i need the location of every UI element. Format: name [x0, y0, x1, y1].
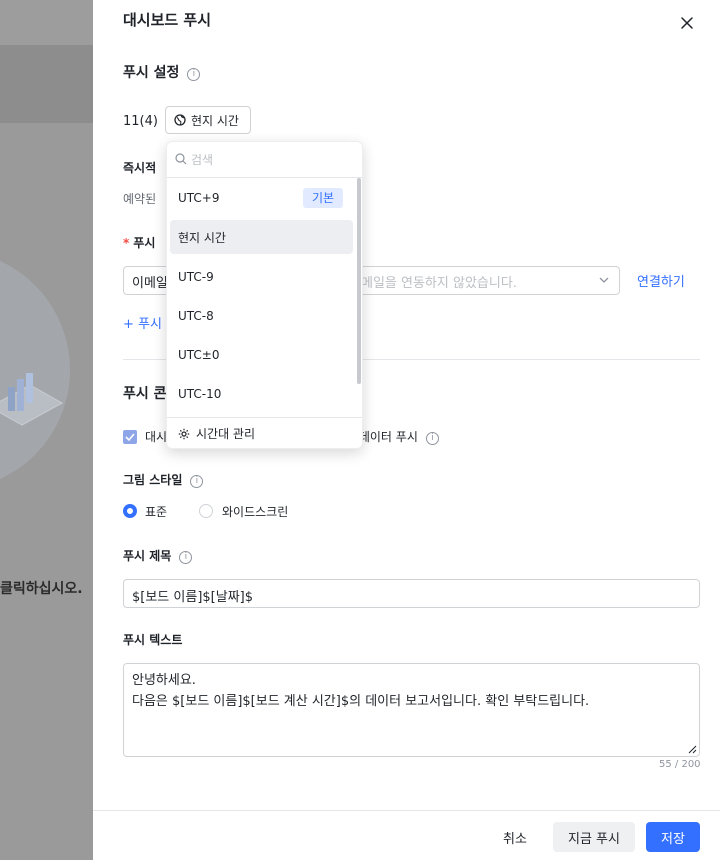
immediate-label: 즉시적: [123, 161, 157, 175]
push-title-input[interactable]: $[보드 이름]$[날짜]$: [123, 579, 700, 608]
timezone-option[interactable]: UTC±0: [170, 338, 353, 372]
dashboard-data-checkbox[interactable]: [123, 430, 137, 444]
check-icon: [125, 433, 135, 442]
push-settings-title: 푸시 설정 i: [123, 62, 201, 82]
timezone-button[interactable]: 현지 시간: [165, 106, 251, 134]
checkbox-label-left: 대시: [145, 430, 168, 444]
immediate-desc: 예약된: [123, 192, 157, 206]
resize-handle-icon[interactable]: [688, 745, 697, 754]
dropdown-scrollbar[interactable]: [357, 178, 361, 384]
search-icon: [175, 153, 187, 165]
info-icon[interactable]: i: [425, 432, 439, 445]
push-channel-label: * 푸시: [123, 236, 156, 250]
background-cta-text: 클릭하십시오.: [0, 581, 83, 597]
info-icon[interactable]: i: [179, 551, 193, 564]
globe-icon: [174, 114, 186, 126]
timezone-option[interactable]: UTC-8: [170, 299, 353, 333]
background-content: [0, 123, 93, 860]
manage-timezones-button[interactable]: 시간대 관리: [167, 417, 362, 449]
push-now-button[interactable]: 지금 푸시: [553, 822, 635, 852]
image-style-label: 그림 스타일 i: [123, 471, 204, 488]
timezone-search[interactable]: 검색: [167, 142, 362, 178]
drawer-title: 대시보드 푸시: [123, 11, 212, 29]
chevron-down-icon: [599, 277, 609, 283]
timezone-option-selected[interactable]: 현지 시간: [170, 220, 353, 254]
default-tag: 기본: [303, 188, 343, 208]
background-page: 클릭하십시오.: [0, 0, 93, 860]
background-toolbar: [0, 45, 93, 123]
cancel-button[interactable]: 취소: [493, 822, 537, 852]
connect-link[interactable]: 연결하기: [637, 271, 685, 290]
timezone-dropdown: 검색 UTC+9 기본 현지 시간 UTC-9 UTC-8 UTC±0 UTC-…: [166, 141, 363, 449]
radio-standard-label: 표준: [145, 505, 168, 519]
timezone-option[interactable]: UTC-10: [170, 377, 353, 411]
chart-illustration-icon: [0, 373, 64, 426]
push-content-title: 푸시 콘: [123, 386, 167, 402]
background-header: [0, 0, 93, 45]
push-text-label: 푸시 텍스트: [123, 633, 183, 647]
push-title-label: 푸시 제목 i: [123, 547, 193, 564]
radio-widescreen-label: 와이드스크린: [222, 505, 289, 519]
add-push-link[interactable]: + 푸시: [123, 313, 162, 332]
close-icon[interactable]: [678, 14, 696, 32]
radio-standard[interactable]: [123, 504, 137, 518]
radio-widescreen[interactable]: [199, 504, 213, 518]
push-text-area[interactable]: 안녕하세요. 다음은 $[보드 이름]$[보드 계산 시간]$의 데이터 보고서…: [123, 663, 700, 757]
timezone-option[interactable]: UTC-9: [170, 260, 353, 294]
info-icon[interactable]: i: [190, 475, 204, 488]
info-icon[interactable]: i: [187, 68, 201, 81]
char-counter: 55 / 200: [659, 759, 701, 770]
save-button[interactable]: 저장: [646, 822, 700, 852]
frequency-text: 11(4): [123, 114, 158, 129]
drawer-footer: 취소 지금 푸시 저장: [93, 810, 720, 861]
gear-icon: [178, 428, 190, 439]
